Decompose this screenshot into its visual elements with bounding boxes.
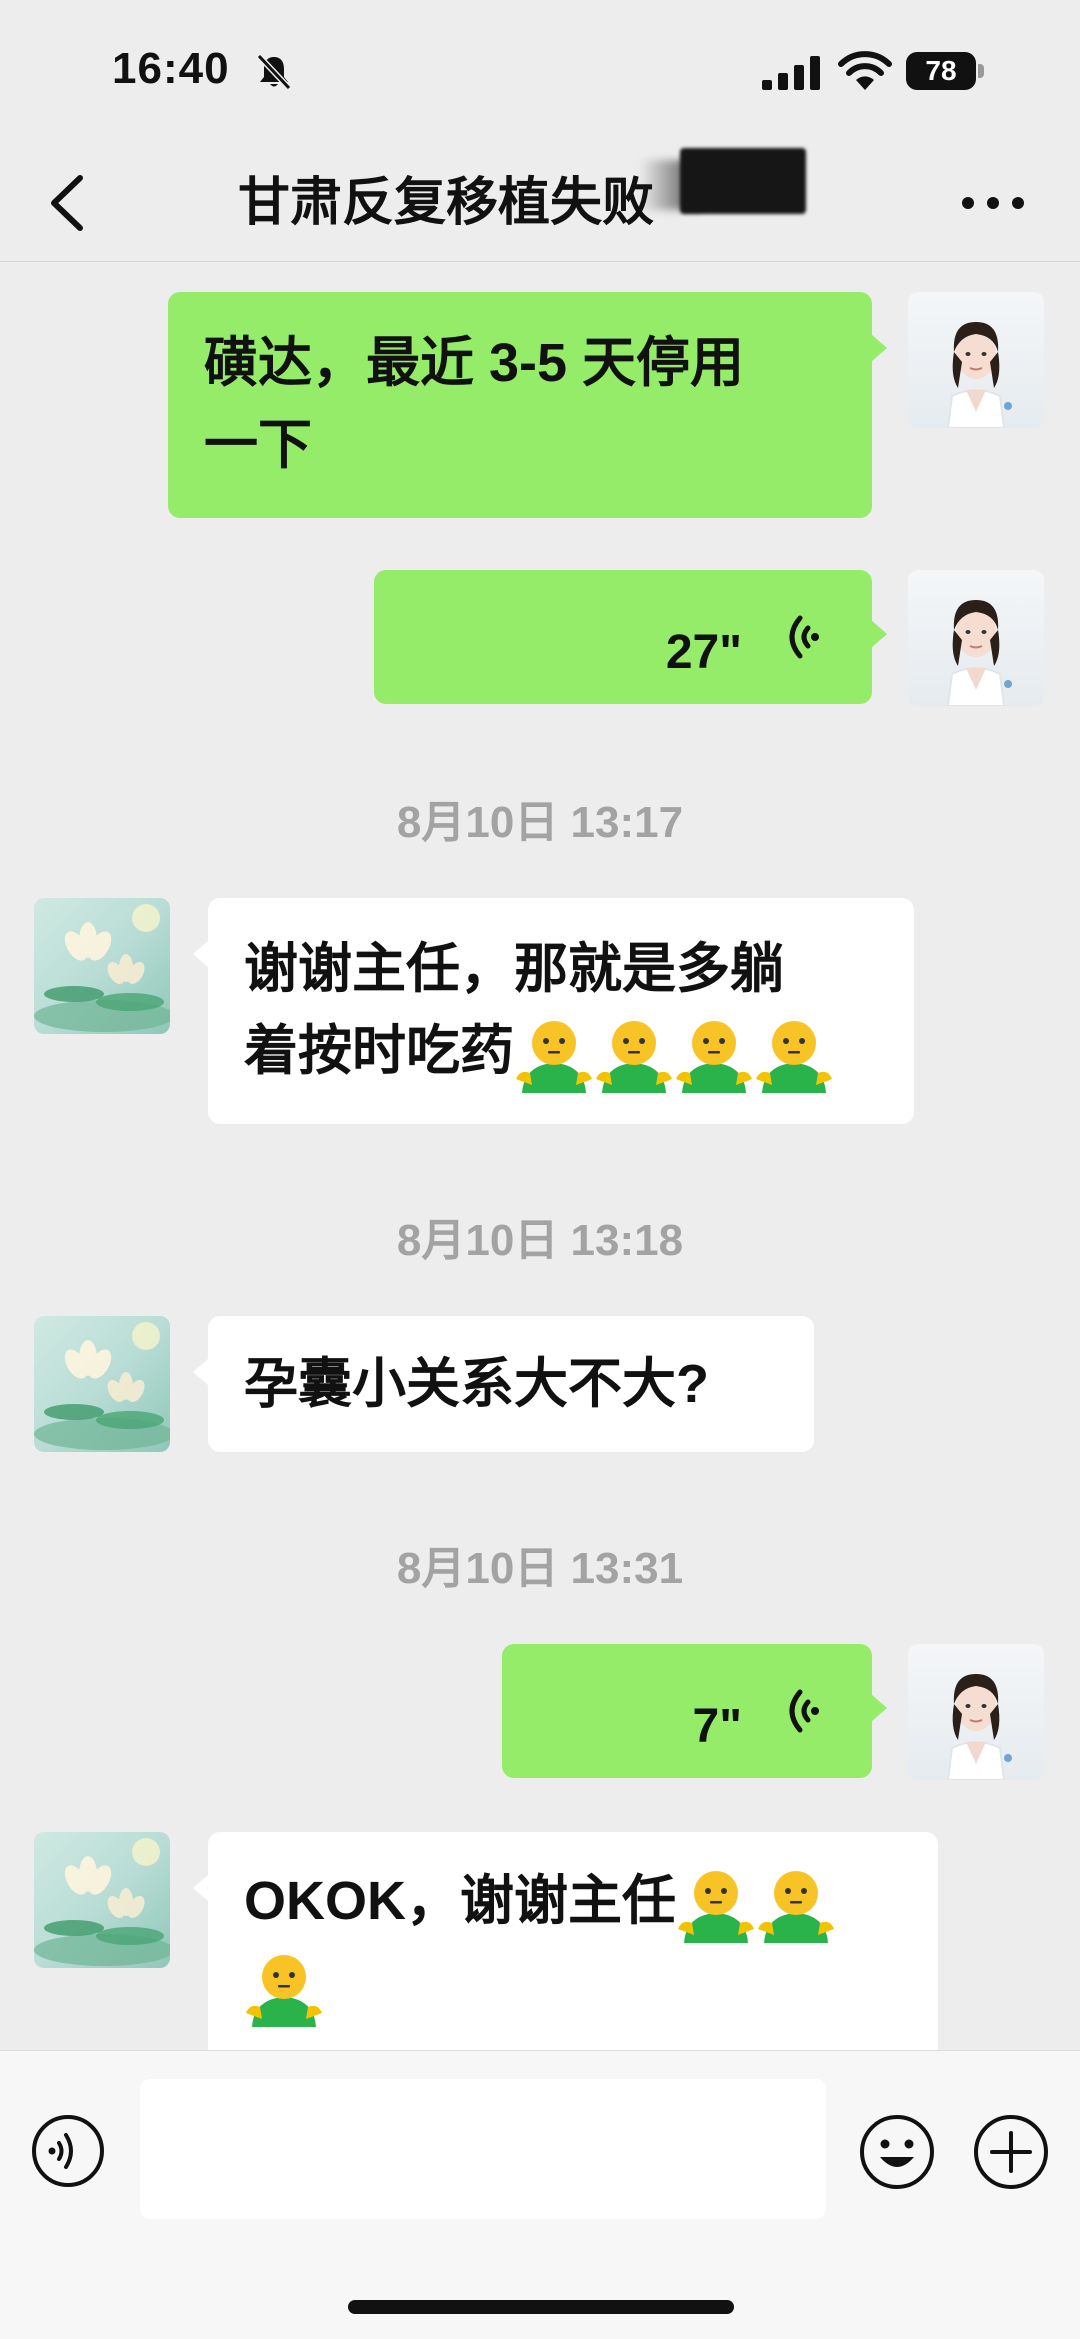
home-indicator[interactable] <box>348 2300 734 2314</box>
avatar-doctor[interactable] <box>908 570 1044 706</box>
avatar-doctor[interactable] <box>908 1644 1044 1780</box>
message-text: OKOK，谢谢主任 <box>244 1871 676 1931</box>
bubble-tail <box>871 334 887 362</box>
voice-duration: 7" <box>692 1700 742 1753</box>
message-timestamp: 8月10日 13:31 <box>396 1544 684 1593</box>
emoji-person-icon <box>596 1020 672 1093</box>
emoji-person-icon <box>676 1020 752 1093</box>
avatar-patient[interactable] <box>34 898 170 1034</box>
message-text-line: 磺达，最近 3-5 天停用 <box>204 333 745 393</box>
message-text-line: 一下 <box>204 415 312 475</box>
message-text-line-with-emoji: 着按时吃药 <box>244 1010 878 1095</box>
battery-cap <box>978 64 984 78</box>
bubble-tail <box>193 1358 209 1386</box>
message-text-line: 孕囊小关系大不大? <box>244 1354 709 1414</box>
message-text: 着按时吃药 <box>244 1021 514 1081</box>
battery-level: 78 <box>906 52 976 90</box>
bell-muted-icon <box>256 53 292 91</box>
signal-icon <box>762 56 820 90</box>
battery-indicator: 78 <box>906 52 984 90</box>
message-bubble-incoming[interactable]: 谢谢主任，那就是多躺 着按时吃药 <box>208 898 914 1124</box>
chat-input-bar <box>0 2050 1080 2339</box>
chat-title: 甘肃反复移植失败 <box>238 174 655 232</box>
plus-icon[interactable] <box>972 2113 1050 2191</box>
message-bubble-outgoing[interactable]: 磺达，最近 3-5 天停用 一下 <box>168 292 872 518</box>
status-time: 16:40 <box>112 44 230 93</box>
emoji-icon[interactable] <box>858 2113 936 2191</box>
emoji-person-icon <box>516 1020 592 1093</box>
voice-message-outgoing[interactable]: 7" <box>502 1644 872 1778</box>
bubble-tail <box>871 1694 887 1722</box>
emoji-group <box>514 1015 834 1095</box>
voice-wave-icon <box>789 1689 819 1733</box>
voice-message-outgoing[interactable]: 27" <box>374 570 872 704</box>
bubble-tail <box>871 620 887 648</box>
avatar-patient[interactable] <box>34 1832 170 1968</box>
message-timestamp: 8月10日 13:18 <box>396 1216 684 1265</box>
voice-wave-icon <box>789 615 819 659</box>
voice-duration: 27" <box>665 626 742 679</box>
back-icon[interactable] <box>44 168 90 238</box>
emoji-person-icon <box>678 1870 754 1943</box>
avatar-doctor[interactable] <box>908 292 1044 428</box>
bubble-tail <box>193 940 209 968</box>
message-text-line-with-emoji: OKOK，谢谢主任 <box>244 1860 902 1945</box>
message-input[interactable] <box>140 2079 826 2219</box>
message-emoji-line <box>244 1945 902 2030</box>
emoji-person-icon <box>756 1020 832 1093</box>
message-bubble-incoming[interactable]: OKOK，谢谢主任 <box>208 1832 938 2072</box>
more-icon[interactable] <box>958 192 1028 214</box>
emoji-person-icon <box>758 1870 834 1943</box>
avatar-patient[interactable] <box>34 1316 170 1452</box>
wifi-icon <box>838 51 892 90</box>
chat-header: 甘肃反复移植失败 <box>0 150 1080 262</box>
voice-input-icon[interactable] <box>30 2113 106 2189</box>
message-bubble-incoming[interactable]: 孕囊小关系大不大? <box>208 1316 814 1452</box>
message-timestamp: 8月10日 13:17 <box>396 798 684 847</box>
redaction-mark <box>680 148 806 214</box>
bubble-tail <box>193 1874 209 1902</box>
emoji-person-icon <box>246 1955 322 2028</box>
emoji-group <box>676 1865 836 1945</box>
status-bar: 16:40 78 <box>0 0 1080 150</box>
message-text-line: 谢谢主任，那就是多躺 <box>244 939 784 999</box>
